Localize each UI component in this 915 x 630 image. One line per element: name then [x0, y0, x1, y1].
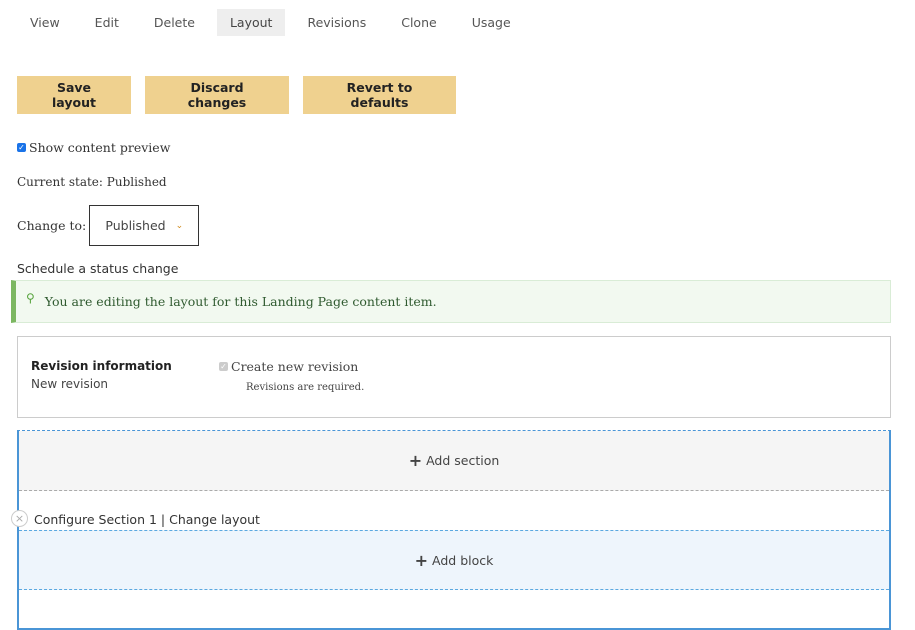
status-message: ⚲ You are editing the layout for this La… [11, 280, 891, 323]
change-layout-link[interactable]: Change layout [169, 512, 260, 527]
tab-delete[interactable]: Delete [141, 9, 208, 36]
plus-icon: + [408, 451, 423, 470]
layout-builder: + Add section Configure Section 1 | Chan… [17, 430, 891, 630]
tab-usage[interactable]: Usage [459, 9, 524, 36]
tab-layout[interactable]: Layout [216, 9, 286, 36]
show-content-preview-label: Show content preview [29, 140, 171, 155]
tab-view[interactable]: View [17, 9, 73, 36]
create-new-revision-label: Create new revision [231, 359, 359, 374]
show-content-preview-checkbox[interactable]: ✓ [17, 143, 26, 152]
add-section-label: Add section [426, 453, 500, 468]
section-config-links: Configure Section 1 | Change layout [34, 512, 260, 527]
remove-section-close-icon[interactable]: × [11, 510, 28, 527]
save-layout-button[interactable]: Save layout [17, 76, 131, 114]
create-new-revision: ✓ Create new revision [219, 359, 358, 374]
add-section-link[interactable]: + Add section [19, 431, 889, 491]
plus-icon: + [414, 550, 429, 570]
revision-information-panel: Revision information New revision ✓ Crea… [17, 336, 891, 418]
chevron-down-icon: ⌄ [175, 220, 184, 231]
status-message-text: You are editing the layout for this Land… [44, 294, 437, 309]
current-state: Current state: Published [17, 175, 167, 189]
configure-section-link[interactable]: Configure Section 1 [34, 512, 157, 527]
revision-information-title: Revision information [31, 359, 172, 373]
layout-actions: Save layout Discard changes Revert to de… [17, 76, 456, 114]
discard-changes-button[interactable]: Discard changes [145, 76, 289, 114]
map-marker-icon: ⚲ [26, 290, 35, 305]
tab-edit[interactable]: Edit [82, 9, 132, 36]
change-to-label: Change to: [17, 218, 87, 233]
revision-information-summary: New revision [31, 377, 109, 391]
create-new-revision-checkbox: ✓ [219, 362, 228, 371]
moderation-state-value: Published [105, 218, 166, 233]
moderation-state-select[interactable]: Published ⌄ [89, 205, 200, 246]
show-content-preview[interactable]: ✓ Show content preview [17, 140, 170, 155]
revision-required-note: Revisions are required. [246, 382, 365, 393]
change-to-field: Change to: Published ⌄ [17, 205, 200, 246]
schedule-status-change-link[interactable]: Schedule a status change [17, 261, 178, 276]
section-config-row: Configure Section 1 | Change layout [19, 491, 889, 530]
tab-revisions[interactable]: Revisions [294, 9, 379, 36]
add-block-link[interactable]: + Add block [19, 530, 889, 590]
revert-to-defaults-button[interactable]: Revert to defaults [303, 76, 456, 114]
tab-clone[interactable]: Clone [388, 9, 449, 36]
add-block-label: Add block [432, 552, 494, 568]
local-tasks-tabs: View Edit Delete Layout Revisions Clone … [17, 9, 533, 36]
link-separator: | [160, 512, 166, 527]
